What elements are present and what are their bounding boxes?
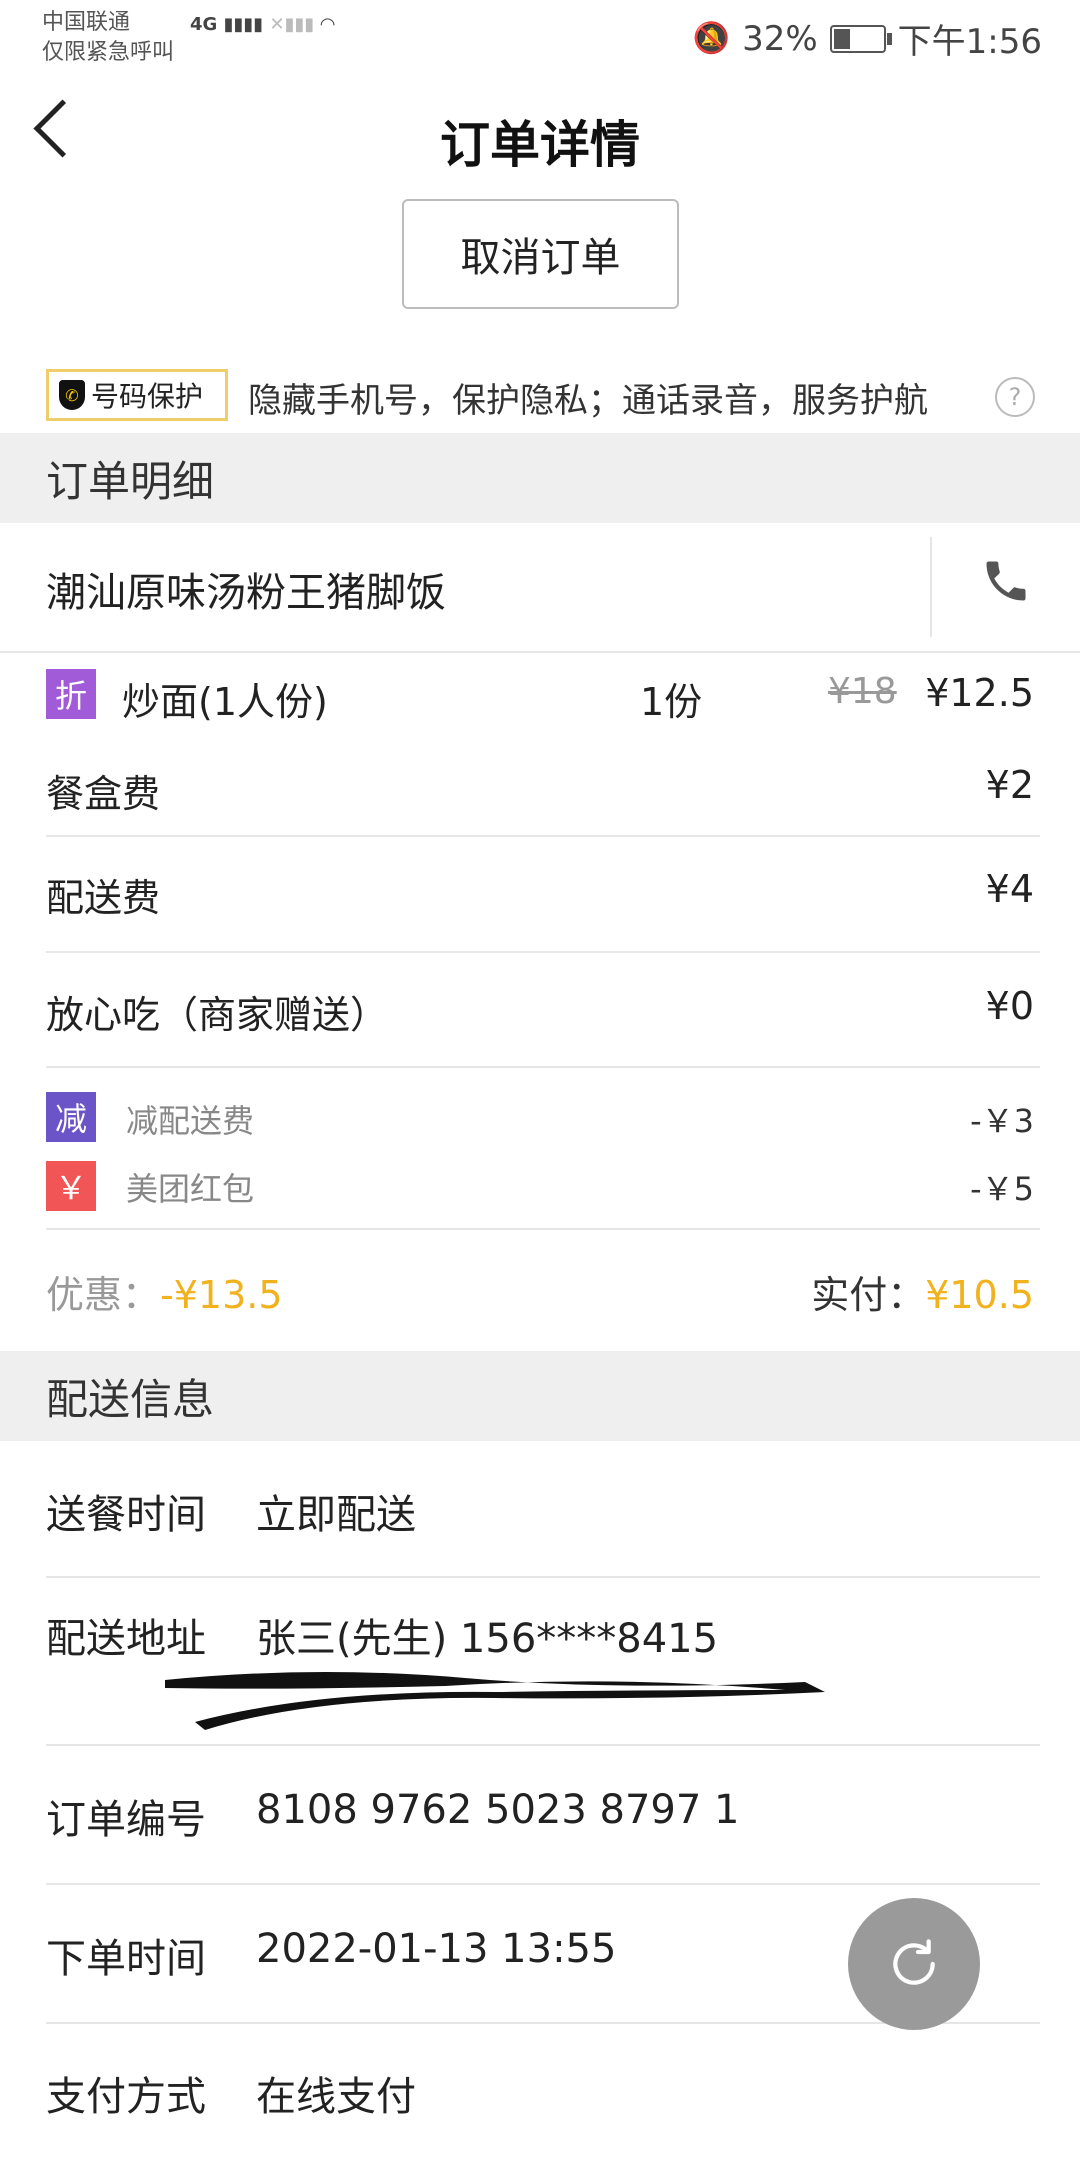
divider	[930, 537, 932, 637]
page-title: 订单详情	[440, 116, 640, 174]
order-number-label: 订单编号	[46, 1797, 206, 1843]
shop-name[interactable]: 潮汕原味汤粉王猪脚饭	[46, 560, 446, 618]
help-icon[interactable]: ?	[995, 377, 1035, 417]
network-type: 4G	[190, 14, 218, 35]
item-name: 炒面(1人份)	[122, 680, 328, 724]
discount-tag: 折	[46, 669, 96, 719]
delivery-address-label: 配送地址	[46, 1616, 206, 1662]
discount-value-delivery: -￥3	[970, 1102, 1034, 1140]
order-time-value: 2022-01-13 13:55	[256, 1926, 617, 1972]
discount-summary-value: -¥13.5	[160, 1273, 283, 1317]
delivery-time-label: 送餐时间	[46, 1492, 206, 1538]
divider	[46, 1228, 1040, 1230]
divider	[46, 1576, 1040, 1578]
wifi-icon: ◠	[320, 14, 335, 35]
signal-icon: ▮▮▮▮	[223, 14, 264, 35]
order-number-value: 8108 9762 5023 8797 1	[256, 1787, 740, 1833]
divider	[46, 951, 1040, 953]
cancel-order-button[interactable]: 取消订单	[402, 199, 679, 309]
divider	[46, 835, 1040, 837]
carrier-note: 仅限紧急呼叫	[42, 40, 175, 65]
payment-method-label: 支付方式	[46, 2074, 206, 2120]
red-packet-tag: ￥	[46, 1161, 96, 1211]
discount-label-delivery: 减配送费	[126, 1102, 255, 1140]
paid-summary: 实付：¥10.5	[811, 1264, 1034, 1319]
protection-text: 隐藏手机号，保护隐私；通话录音，服务护航	[248, 381, 928, 421]
discount-summary: 优惠：-¥13.5	[46, 1264, 283, 1319]
carrier-name: 中国联通	[42, 10, 131, 35]
fee-label-packaging: 餐盒费	[46, 772, 161, 816]
mute-icon: 🔕	[692, 21, 731, 56]
phone-icon[interactable]	[980, 555, 1032, 607]
battery-percent: 32%	[742, 18, 818, 59]
status-right: 🔕 32% 下午1:56	[693, 14, 1042, 63]
redaction-scribble	[165, 1671, 825, 1730]
fee-label-assurance: 放心吃（商家赠送）	[46, 993, 389, 1037]
discount-summary-label: 优惠：	[46, 1273, 161, 1317]
refresh-icon	[893, 1939, 935, 1985]
paid-label: 实付：	[811, 1273, 926, 1317]
divider	[46, 1066, 1040, 1068]
discount-label-redpacket: 美团红包	[126, 1170, 255, 1208]
battery-icon	[829, 24, 892, 53]
item-qty: 1份	[640, 680, 703, 724]
divider	[0, 651, 1080, 653]
discount-value-redpacket: -￥5	[970, 1170, 1034, 1208]
fee-value-assurance: ¥0	[985, 984, 1034, 1028]
status-carrier: 中国联通 仅限紧急呼叫	[42, 8, 174, 68]
protection-badge-label: 号码保护	[91, 380, 204, 413]
order-time-label: 下单时间	[46, 1936, 206, 1982]
fee-value-delivery: ¥4	[985, 867, 1034, 911]
refresh-button[interactable]	[848, 1898, 980, 2030]
clock: 下午1:56	[897, 22, 1042, 62]
item-price: ¥12.5	[925, 671, 1034, 715]
order-detail-heading: 订单明细	[0, 433, 1080, 523]
signal-off-icon: ✕▮▮▮	[269, 14, 315, 35]
divider	[46, 1883, 1040, 1885]
delivery-address-value: 张三(先生) 156****8415	[256, 1616, 719, 1662]
reduce-tag: 减	[46, 1092, 96, 1142]
fee-label-delivery: 配送费	[46, 876, 161, 920]
delivery-time-value: 立即配送	[256, 1492, 416, 1538]
payment-method-value: 在线支付	[256, 2074, 416, 2120]
fee-value-packaging: ¥2	[985, 763, 1034, 807]
divider	[46, 1744, 1040, 1746]
item-original-price: ¥18	[828, 671, 897, 712]
number-protection-badge[interactable]: ✆ 号码保护	[46, 369, 228, 421]
network-indicator: 4G ▮▮▮▮ ✕▮▮▮ ◠	[190, 14, 334, 35]
delivery-info-heading: 配送信息	[0, 1351, 1080, 1441]
phone-shield-icon: ✆	[59, 380, 85, 410]
paid-value: ¥10.5	[925, 1273, 1034, 1317]
